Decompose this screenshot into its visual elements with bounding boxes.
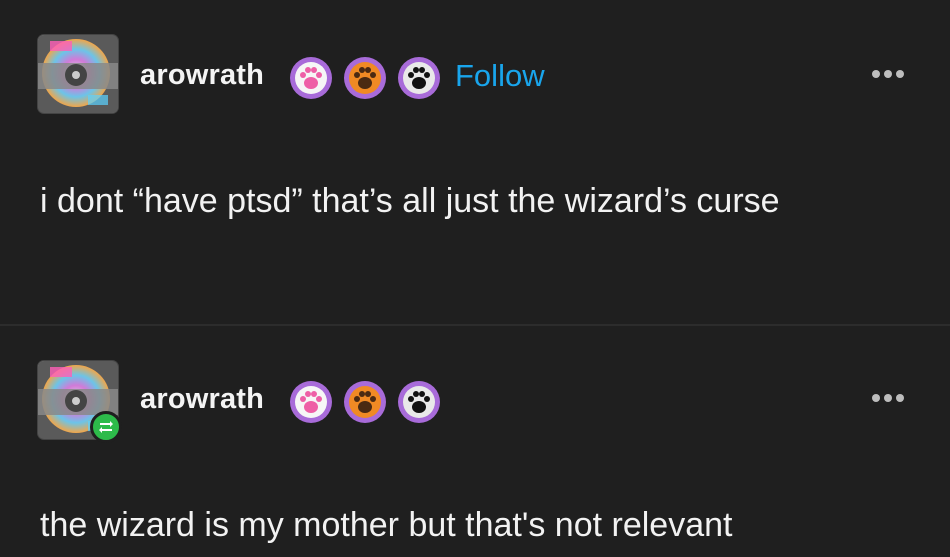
dot bbox=[884, 394, 892, 402]
pink-paw-badge-icon[interactable] bbox=[289, 380, 333, 424]
dot bbox=[872, 394, 880, 402]
post-text: the wizard is my mother but that's not r… bbox=[40, 506, 733, 544]
more-options-icon[interactable] bbox=[870, 64, 906, 84]
black-paw-badge-icon[interactable] bbox=[397, 56, 441, 100]
badge-row bbox=[289, 56, 441, 100]
orange-paw-badge-icon[interactable] bbox=[343, 380, 387, 424]
badge-row bbox=[289, 380, 441, 424]
avatar[interactable] bbox=[38, 35, 118, 113]
reblog-icon bbox=[90, 411, 122, 443]
username[interactable]: arowrath bbox=[140, 383, 264, 416]
dot bbox=[896, 70, 904, 78]
more-options-icon[interactable] bbox=[870, 388, 906, 408]
black-paw-badge-icon[interactable] bbox=[397, 380, 441, 424]
dot bbox=[884, 70, 892, 78]
dot bbox=[872, 70, 880, 78]
post-text: i dont “have ptsd” that’s all just the w… bbox=[40, 182, 780, 220]
orange-paw-badge-icon[interactable] bbox=[343, 56, 387, 100]
post: arowrath the wizard is my mother but tha… bbox=[0, 326, 950, 557]
dot bbox=[896, 394, 904, 402]
follow-button[interactable]: Follow bbox=[455, 58, 545, 94]
username[interactable]: arowrath bbox=[140, 59, 264, 92]
pink-paw-badge-icon[interactable] bbox=[289, 56, 333, 100]
post: arowrath Follow i dont “have ptsd” that’… bbox=[0, 0, 950, 325]
